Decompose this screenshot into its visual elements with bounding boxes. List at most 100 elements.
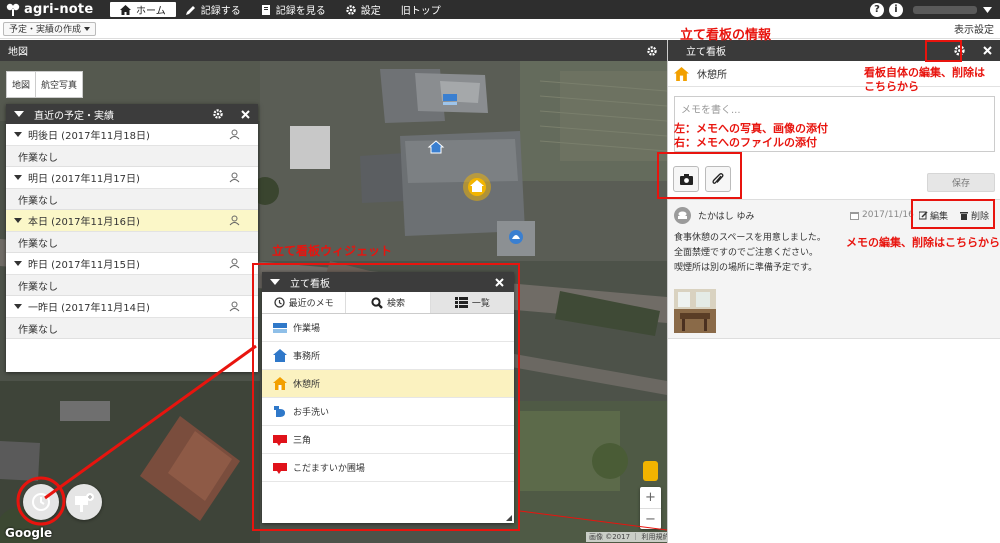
annotation-box-widget	[252, 263, 520, 531]
user-avatar-icon	[678, 211, 687, 219]
create-dropdown-label: 予定・実績の作成	[9, 25, 82, 35]
schedule-day-row[interactable]: 一昨日 (2017年11月14日)	[6, 296, 258, 318]
map-type-aerial[interactable]: 航空写真	[35, 72, 82, 97]
map-type-toggle: 地図 航空写真	[6, 71, 84, 98]
nav-home-label: ホーム	[136, 6, 166, 17]
close-icon[interactable]	[241, 109, 250, 119]
signboard-detail-panel: 立て看板 休憩所 メモを書く... 保存 たかはし ゆみ 2017/11/16 …	[667, 40, 1000, 543]
expand-triangle-icon	[14, 218, 22, 223]
help-button[interactable]: ?	[870, 2, 884, 17]
schedule-day-label: 明後日 (2017年11月18日)	[28, 131, 150, 142]
pegman-icon[interactable]	[643, 461, 658, 481]
map-header: 地図	[0, 40, 667, 61]
schedule-day-work: 作業なし	[6, 232, 258, 253]
logo-text: agri-note	[24, 2, 94, 17]
user-menu[interactable]	[913, 5, 992, 14]
notebook-icon	[261, 4, 270, 15]
chevron-down-icon	[983, 6, 992, 13]
clock-icon	[32, 493, 50, 511]
memo-body: 食事休憩のスペースを用意しました。 全面禁煙ですのでご注意ください。 喫煙所は別…	[674, 231, 826, 276]
annotation-attach-line: 右：メモへのファイルの添付	[674, 136, 817, 149]
zoom-out-button[interactable]: −	[640, 508, 661, 529]
google-logo: Google	[5, 526, 53, 540]
nav-settings-label: 設定	[360, 6, 381, 17]
nav-view-label: 記録を見る	[275, 6, 326, 17]
expand-triangle-icon	[14, 261, 22, 266]
schedule-widget-header[interactable]: 直近の予定・実績	[6, 104, 258, 124]
annotation-attach: 左：メモへの写真、画像の添付 右：メモへのファイルの添付	[674, 122, 828, 150]
schedule-day-work: 作業なし	[6, 318, 258, 339]
nav-old-top-label: 旧トップ	[400, 6, 441, 17]
nav-home[interactable]: ホーム	[110, 2, 176, 17]
sub-toolbar: 予定・実績の作成 表示設定	[0, 19, 1000, 39]
annotation-attach-line: 左：メモへの写真、画像の添付	[674, 122, 828, 135]
annotation-edit-sign: 看板自体の編集、削除は こちらから	[864, 66, 985, 94]
sign-name: 休憩所	[697, 70, 727, 81]
schedule-day-work: 作業なし	[6, 189, 258, 210]
schedule-day-row[interactable]: 明日 (2017年11月17日)	[6, 167, 258, 189]
person-icon[interactable]	[229, 215, 240, 226]
annotation-box-settings	[925, 40, 962, 62]
map-attribution[interactable]: 画像 ©2017 ｜ 利用規約	[586, 532, 673, 542]
widget-gear-icon[interactable]	[213, 109, 223, 119]
nav-right: ? i	[865, 0, 1000, 19]
add-signboard-button[interactable]	[66, 484, 102, 520]
map-settings-gear-icon[interactable]	[647, 45, 657, 56]
schedule-day-list: 明後日 (2017年11月18日) 作業なし 明日 (2017年11月17日) …	[6, 124, 258, 339]
memo-line: 全面禁煙ですのでご注意ください。	[674, 248, 819, 258]
user-name-redacted	[913, 5, 977, 14]
top-nav: agri-note ホーム 記録する 記録を見る 設定 旧トップ ? i	[0, 0, 1000, 19]
schedule-day-work: 作業なし	[6, 146, 258, 167]
close-icon[interactable]	[983, 46, 992, 55]
info-button[interactable]: i	[889, 2, 903, 17]
schedule-widget: 直近の予定・実績 明後日 (2017年11月18日) 作業なし 明日 (2017…	[6, 104, 258, 372]
annotation-edit-sign-line: 看板自体の編集、削除は	[864, 66, 985, 79]
schedule-day-label: 昨日 (2017年11月15日)	[28, 260, 140, 271]
workshop-marker-icon	[443, 94, 457, 105]
memo-author: たかはし ゆみ	[674, 207, 755, 224]
person-icon[interactable]	[229, 301, 240, 312]
person-icon[interactable]	[229, 172, 240, 183]
memo-photo-thumbnail[interactable]	[674, 289, 716, 333]
person-icon[interactable]	[229, 129, 240, 140]
schedule-day-label: 明日 (2017年11月17日)	[28, 174, 140, 185]
nav-old-top[interactable]: 旧トップ	[391, 0, 451, 19]
nav-view[interactable]: 記録を見る	[251, 0, 336, 19]
calendar-icon	[850, 211, 859, 220]
save-memo-button[interactable]: 保存	[927, 173, 995, 192]
schedule-day-label: 本日 (2017年11月16日)	[28, 217, 140, 228]
map-type-map[interactable]: 地図	[7, 72, 35, 97]
logo[interactable]: agri-note	[0, 0, 104, 19]
schedule-day-work: 作業なし	[6, 275, 258, 296]
avatar	[674, 207, 691, 224]
display-settings-link[interactable]: 表示設定	[954, 21, 994, 36]
schedule-day-label: 一昨日 (2017年11月14日)	[28, 303, 150, 314]
nav-settings[interactable]: 設定	[336, 0, 391, 19]
signboard-add-icon	[75, 493, 94, 512]
schedule-day-row-today[interactable]: 本日 (2017年11月16日)	[6, 210, 258, 232]
nav-record[interactable]: 記録する	[176, 0, 251, 19]
schedule-day-row[interactable]: 明後日 (2017年11月18日)	[6, 124, 258, 146]
zoom-in-button[interactable]: +	[640, 487, 661, 508]
annotation-box-attach	[657, 152, 742, 199]
expand-triangle-icon	[14, 304, 22, 309]
memo-photo-image	[674, 289, 716, 333]
memo-placeholder: メモを書く...	[681, 105, 741, 116]
annotation-widget-label: 立て看板ウィジェット	[272, 244, 393, 258]
person-icon[interactable]	[229, 258, 240, 269]
history-button[interactable]	[23, 484, 59, 520]
gear-icon	[346, 4, 356, 15]
annotation-box-memo-actions	[911, 199, 995, 229]
collapse-triangle-icon[interactable]	[14, 111, 24, 117]
schedule-widget-controls	[213, 109, 258, 119]
memo-date-text: 2017/11/16	[862, 210, 914, 220]
rest-area-icon	[674, 66, 689, 81]
annotation-info-title: 立て看板の情報	[680, 28, 772, 43]
create-dropdown-button[interactable]: 予定・実績の作成	[3, 21, 97, 36]
schedule-day-row[interactable]: 昨日 (2017年11月15日)	[6, 253, 258, 275]
schedule-widget-title: 直近の予定・実績	[34, 110, 114, 122]
annotation-edit-sign-line: こちらから	[864, 80, 919, 93]
detail-panel-title: 立て看板	[686, 47, 726, 58]
logo-sprout-icon	[6, 3, 20, 16]
expand-triangle-icon	[14, 132, 22, 137]
